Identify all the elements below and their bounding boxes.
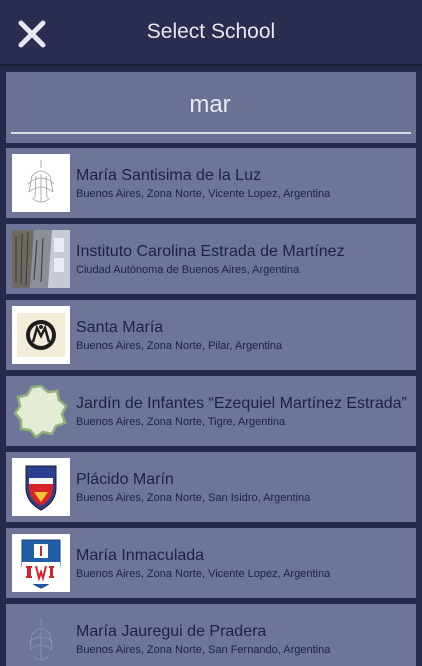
school-location: Buenos Aires, Zona Norte, San Isidro, Ar… xyxy=(76,492,311,504)
school-logo xyxy=(12,534,70,592)
chandelier-logo-icon xyxy=(28,618,54,661)
school-logo xyxy=(12,230,70,288)
school-name: Plácido Marín xyxy=(76,471,174,488)
school-logo xyxy=(12,306,70,364)
page-title: Select School xyxy=(146,20,276,43)
mi-shield-logo-icon xyxy=(21,539,61,589)
school-name: Santa María xyxy=(76,319,164,336)
list-item[interactable]: Santa María Buenos Aires, Zona Norte, Pi… xyxy=(6,300,416,370)
list-item[interactable]: María Santisima de la Luz Buenos Aires, … xyxy=(6,148,416,218)
list-item[interactable]: Instituto Carolina Estrada de Martínez C… xyxy=(6,224,416,294)
list-item[interactable]: Jardín de Infantes “Ezequiel Martínez Es… xyxy=(6,376,416,446)
school-name: María Santisima de la Luz xyxy=(76,167,261,184)
search-input[interactable] xyxy=(10,80,410,130)
school-name: Instituto Carolina Estrada de Martínez xyxy=(76,243,345,260)
green-badge-logo-icon xyxy=(13,384,68,439)
school-logo xyxy=(12,154,70,212)
app-header: Select School xyxy=(0,0,422,66)
list-item[interactable]: María Inmaculada Buenos Aires, Zona Nort… xyxy=(6,528,416,598)
school-logo xyxy=(12,382,70,440)
school-logo xyxy=(12,458,70,516)
school-logo xyxy=(12,610,70,666)
school-location: Ciudad Autónoma de Buenos Aires, Argenti… xyxy=(76,264,300,276)
school-location: Buenos Aires, Zona Norte, Pilar, Argenti… xyxy=(76,340,283,352)
list-item[interactable]: María Jauregui de Pradera Buenos Aires, … xyxy=(6,604,416,666)
shield-logo-icon xyxy=(25,465,57,511)
list-item[interactable]: Plácido Marín Buenos Aires, Zona Norte, … xyxy=(6,452,416,522)
school-location: Buenos Aires, Zona Norte, Tigre, Argenti… xyxy=(76,416,286,428)
search-underline xyxy=(11,132,411,134)
school-location: Buenos Aires, Zona Norte, Vicente Lopez,… xyxy=(76,568,331,580)
school-name: María Inmaculada xyxy=(76,547,205,564)
crest-logo-icon xyxy=(17,313,65,357)
school-name: María Jauregui de Pradera xyxy=(76,623,267,640)
building-photo-icon xyxy=(12,230,70,288)
school-name: Jardín de Infantes “Ezequiel Martínez Es… xyxy=(76,395,407,412)
school-location: Buenos Aires, Zona Norte, San Fernando, … xyxy=(76,644,331,656)
search-box xyxy=(6,72,416,143)
chandelier-logo-icon xyxy=(27,160,55,203)
school-location: Buenos Aires, Zona Norte, Vicente Lopez,… xyxy=(76,188,331,200)
